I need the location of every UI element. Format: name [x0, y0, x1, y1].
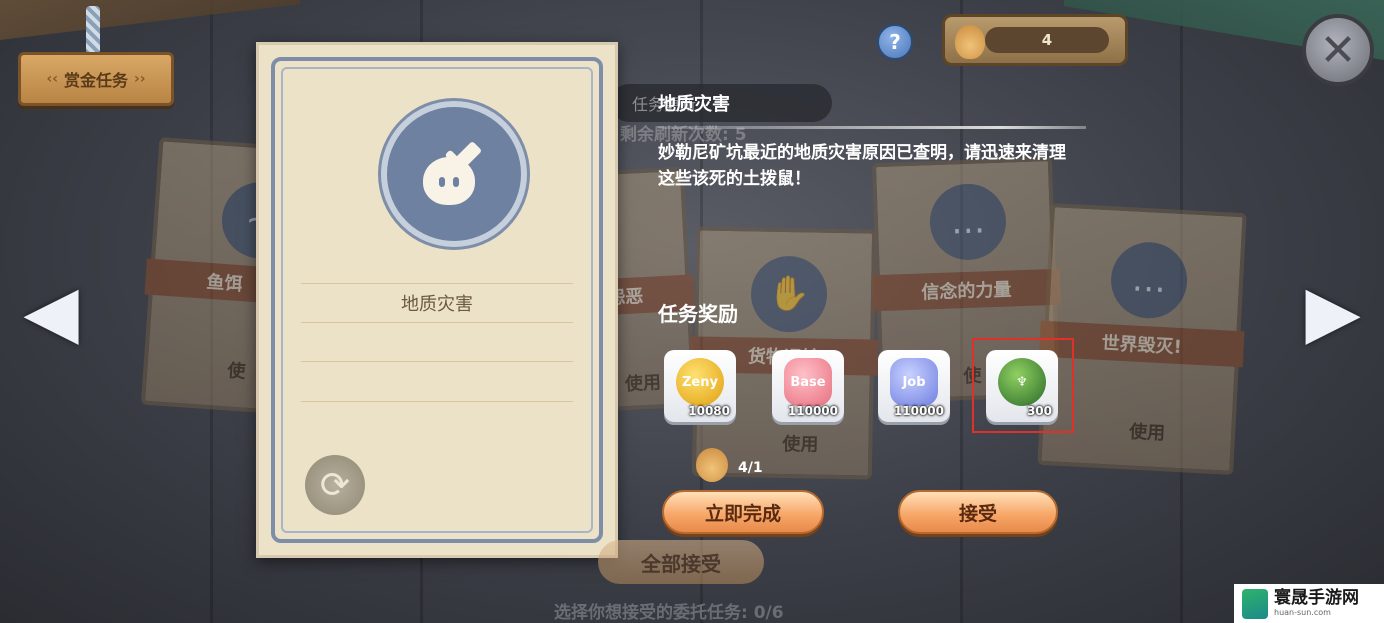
next-arrow-button[interactable]: ▶: [1298, 268, 1368, 354]
card-use-label: 使用: [624, 372, 662, 396]
card-rule-line: [301, 401, 573, 402]
reward-quantity: 110000: [893, 404, 944, 418]
sign-rope: [86, 6, 100, 54]
watermark: 寰晟手游网 huan-sun.com: [1234, 584, 1384, 623]
help-button[interactable]: ?: [877, 24, 913, 60]
card-refresh-icon[interactable]: ⟳: [305, 455, 365, 515]
job-exp-icon: Job: [890, 358, 938, 406]
complete-now-button[interactable]: 立即完成: [662, 490, 824, 534]
card-rule-line: [301, 361, 573, 362]
watermark-name: 寰晟手游网: [1274, 588, 1359, 608]
card-use-label: 使: [226, 360, 247, 383]
reward-title: 任务奖励: [658, 302, 738, 326]
reward-zeny[interactable]: Zeny 10080: [664, 350, 736, 422]
close-button[interactable]: ✕: [1302, 14, 1374, 86]
card-frame: 地质灾害 ⟳: [271, 57, 603, 543]
watermark-logo-icon: [1242, 588, 1268, 619]
bounty-task-sign: ‹‹ 赏金任务 ››: [18, 52, 174, 106]
reward-base-exp[interactable]: Base 110000: [772, 350, 844, 422]
task-description: 妙勒尼矿坑最近的地质灾害原因已查明，请迅速来清理这些该死的土拨鼠！: [658, 143, 1066, 189]
acorn-icon: [696, 448, 728, 482]
card-use-label: 使用: [1128, 421, 1166, 445]
sword-blob-emblem-icon: [381, 101, 527, 247]
accept-all-button[interactable]: 全部接受: [598, 540, 764, 584]
reward-quantity: 110000: [787, 404, 838, 418]
wing-right-icon: ››: [134, 71, 146, 87]
reward-highlight-box: [972, 338, 1074, 433]
selected-card-title: 地质灾害: [301, 283, 573, 323]
task-name: 地质灾害: [658, 94, 730, 115]
item-counter: 4: [942, 14, 1128, 66]
reward-quantity: 10080: [688, 404, 730, 418]
watermark-url: huan-sun.com: [1274, 608, 1331, 617]
watermark-text: 寰晟手游网 huan-sun.com: [1274, 590, 1359, 617]
accept-button[interactable]: 接受: [898, 490, 1058, 534]
zeny-coin-icon: Zeny: [676, 358, 724, 406]
divider: [658, 126, 1086, 129]
card-use-label: 使用: [782, 433, 819, 456]
chat-emblem-icon: …: [1109, 240, 1190, 321]
base-exp-icon: Base: [784, 358, 832, 406]
hand-emblem-icon: ✋: [750, 255, 828, 333]
card-title: 信念的力量: [871, 268, 1061, 312]
counter-value: 4: [985, 27, 1109, 53]
selection-status: 选择你想接受的委托任务: 0/6: [554, 603, 784, 623]
wing-left-icon: ‹‹: [46, 71, 58, 87]
chat-emblem-icon: …: [928, 182, 1008, 262]
blob-icon: [423, 157, 475, 205]
acorn-icon: [955, 25, 985, 59]
selected-task-card[interactable]: 地质灾害 ⟳: [256, 42, 618, 558]
bounty-task-label: 赏金任务: [63, 71, 128, 90]
previous-arrow-button[interactable]: ◀: [16, 268, 86, 354]
reward-job-exp[interactable]: Job 110000: [878, 350, 950, 422]
progress-count: 4/1: [738, 460, 763, 476]
